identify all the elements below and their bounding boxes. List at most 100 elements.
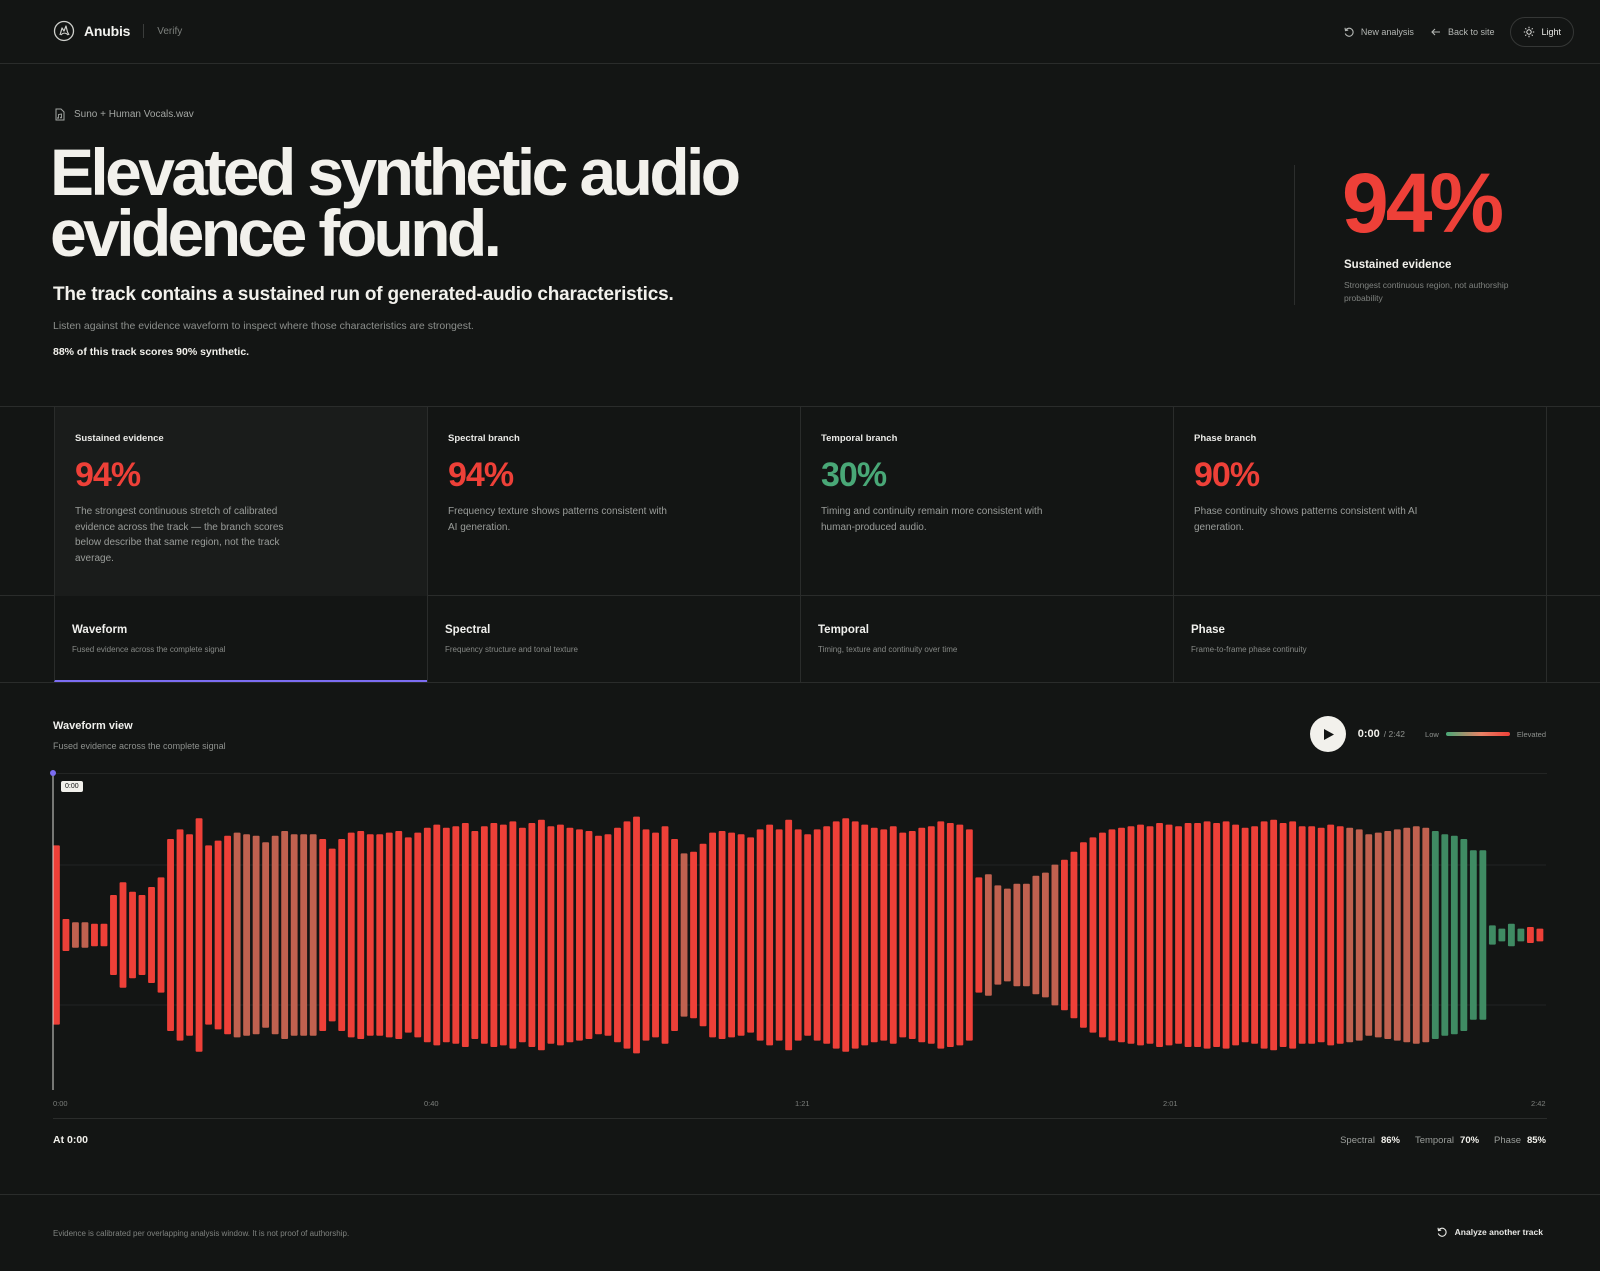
waveform-bar [205,845,212,1025]
tab-spectral[interactable]: Spectral Frequency structure and tonal t… [427,596,800,682]
card-phase-branch: Phase branch 90% Phase continuity shows … [1173,407,1546,596]
sustained-evidence-note: Strongest continuous region, not authors… [1344,280,1509,303]
waveform-bar [129,891,136,979]
waveform-bar [1061,859,1068,1011]
playhead-handle [50,770,56,776]
waveform-bar [1080,842,1087,1028]
waveform-bar [518,827,526,1043]
waveform-bar [1279,823,1287,1047]
waveform-bar [1194,823,1201,1047]
waveform-bar [1251,826,1259,1044]
waveform-bar [1165,824,1173,1046]
waveform-bar [328,848,336,1022]
waveform-bar [1422,827,1430,1043]
waveform-bar [1431,831,1439,1039]
waveform-bar [376,834,384,1036]
waveform-bar [385,832,393,1038]
waveform-bar [566,827,574,1043]
new-analysis-label: New analysis [1360,27,1414,37]
waveform-bar [471,831,479,1039]
tab-phase[interactable]: Phase Frame-to-frame phase continuity [1173,596,1546,682]
waveform-bar [671,839,678,1031]
time-tick: 0:40 [424,1099,439,1108]
theme-toggle-button[interactable]: Light [1510,17,1574,47]
analyze-another-button[interactable]: Analyze another track [1436,1226,1543,1238]
track-stat-line: 88% of this track scores 90% synthetic. [53,346,250,358]
waveform-bar [1137,824,1144,1046]
waveform-bar [252,835,260,1035]
waveform-bar [1317,827,1325,1043]
waveform-bar [889,826,897,1044]
card-description: Timing and continuity remain more consis… [821,506,1043,533]
waveform-bar [794,829,802,1041]
waveform-bar [614,827,621,1043]
waveform-chart[interactable] [0,770,1600,1110]
back-to-site-link[interactable]: Back to site [1430,26,1494,38]
waveform-bar [195,818,203,1052]
play-button[interactable] [1309,716,1346,752]
waveform-bar [281,831,289,1039]
card-title: Sustained evidence [75,433,164,444]
waveform-bar [1441,834,1449,1036]
waveform-bar [1526,927,1534,943]
waveform-bar [100,923,108,947]
card-description: Phase continuity shows patterns consiste… [1194,506,1418,533]
score-cards: Sustained evidence 94% The strongest con… [0,406,1600,596]
waveform-bar [965,829,973,1041]
playhead-time-label: 0:00 [61,781,83,792]
waveform-bar [1203,821,1211,1049]
analysis-tabs: Waveform Fused evidence across the compl… [0,596,1600,683]
waveform-bar [1156,823,1163,1047]
waveform-bar [404,837,412,1033]
waveform-bar [690,851,697,1019]
tab-title: Waveform [72,624,128,636]
card-spectral-branch: Spectral branch 94% Frequency texture sh… [427,407,800,596]
waveform-bar [1032,875,1040,995]
card-sustained-evidence: Sustained evidence 94% The strongest con… [54,407,427,596]
waveform-bar [271,835,279,1035]
tab-title: Phase [1191,624,1225,636]
waveform-bar [880,829,888,1041]
tab-temporal[interactable]: Temporal Timing, texture and continuity … [800,596,1173,682]
waveform-bar [91,923,98,947]
time-tick: 2:01 [1163,1099,1178,1108]
tab-waveform[interactable]: Waveform Fused evidence across the compl… [54,596,427,682]
card-title: Phase branch [1194,433,1257,444]
sustained-evidence-label: Sustained evidence [1344,259,1452,271]
waveform-bar [1013,883,1021,987]
tab-description: Frame-to-frame phase continuity [1191,645,1307,654]
play-icon [1324,728,1335,740]
waveform-bar [366,834,374,1036]
waveform-bar [176,829,184,1041]
waveform-bar [1099,832,1106,1038]
waveform-bar [718,831,726,1039]
footer-disclaimer: Evidence is calibrated per overlapping a… [53,1229,350,1238]
waveform-bar [1108,829,1116,1041]
waveform-bar [214,840,222,1030]
waveform-bar [119,882,127,988]
waveform-bar [1298,826,1306,1044]
waveform-bar [480,826,488,1044]
legend-high-label: Elevated [1516,729,1546,739]
waveform-bar [918,827,926,1043]
waveform-bottom-rule [53,1118,1547,1119]
waveform-bar [927,826,935,1044]
waveform-subtitle: Fused evidence across the complete signa… [53,741,226,751]
waveform-bar [1260,821,1268,1049]
new-analysis-link[interactable]: New analysis [1343,26,1414,38]
waveform-bar [1412,826,1420,1044]
waveform-bar [452,826,460,1044]
card-score: 90% [1194,456,1260,494]
waveform-bar [110,895,117,975]
waveform-bar [186,834,193,1036]
waveform-bar [557,824,564,1046]
waveform-bar [1232,824,1240,1046]
waveform-bar [1222,821,1230,1049]
audio-player: 0:00 / 2:42 Low Elevated [1309,716,1546,752]
waveform-bar [319,839,327,1031]
waveform-bar [1346,827,1354,1043]
brand[interactable]: Anubis Verify [53,20,182,42]
waveform-bar [1403,827,1411,1043]
waveform-bar [1355,829,1363,1041]
waveform-bar [309,834,317,1036]
